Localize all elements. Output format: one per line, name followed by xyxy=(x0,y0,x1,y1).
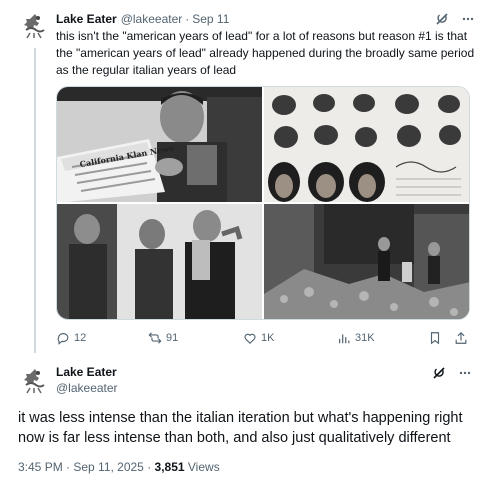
author-name[interactable]: Lake Eater xyxy=(56,12,117,26)
avatar[interactable] xyxy=(18,8,52,42)
more-icon[interactable] xyxy=(457,365,473,381)
photo-fingerprint-card[interactable] xyxy=(264,87,469,202)
repost-icon xyxy=(148,332,162,344)
views-icon xyxy=(339,334,350,344)
tweet-meta: 3:45 PM · Sep 11, 2025 · 3,851 Views xyxy=(18,460,220,474)
photo-two-men[interactable] xyxy=(57,204,262,319)
grok-icon[interactable] xyxy=(431,365,447,381)
tweet-timestamp[interactable]: 3:45 PM · Sep 11, 2025 · xyxy=(18,460,155,474)
like-icon xyxy=(244,333,256,345)
more-icon[interactable] xyxy=(460,11,476,27)
tweet-header: Lake Eater @lakeeater · Sep 11 xyxy=(56,11,476,27)
bookmark-button[interactable] xyxy=(428,329,442,347)
like-count: 1K xyxy=(261,332,275,344)
tweet-parent[interactable]: Lake Eater @lakeeater · Sep 11 this isn'… xyxy=(0,0,489,353)
media-grid[interactable]: California Klan News xyxy=(56,86,470,320)
reply-count: 12 xyxy=(74,332,87,344)
action-bar: 12 91 1K 31K xyxy=(56,329,470,347)
separator-dot: · xyxy=(185,12,190,26)
bookmark-icon xyxy=(430,332,440,345)
tweet-text: this isn't the "american years of lead" … xyxy=(56,29,475,77)
grok-icon[interactable] xyxy=(434,11,450,27)
tweet-date[interactable]: Sep 11 xyxy=(192,12,229,26)
like-button[interactable]: 1K xyxy=(243,329,274,347)
thread-line xyxy=(34,48,36,353)
author-handle[interactable]: @lakeeater xyxy=(56,381,118,395)
author-name[interactable]: Lake Eater xyxy=(56,365,117,379)
reply-icon xyxy=(57,333,69,345)
photo-newspaper-reader[interactable]: California Klan News xyxy=(57,87,262,202)
repost-count: 91 xyxy=(166,332,179,344)
views-count: 3,851 xyxy=(154,460,185,474)
avatar[interactable] xyxy=(18,363,52,397)
views-count: 31K xyxy=(355,332,375,344)
tweet-text: it was less intense than the italian ite… xyxy=(18,410,463,446)
author-handle[interactable]: @lakeeater xyxy=(121,12,183,26)
repost-button[interactable]: 91 xyxy=(148,329,178,347)
views-button[interactable]: 31K xyxy=(337,329,375,347)
photo-bomb-damage[interactable] xyxy=(264,204,469,319)
share-button[interactable] xyxy=(454,329,468,347)
reply-button[interactable]: 12 xyxy=(56,329,86,347)
views-label: Views xyxy=(184,460,220,474)
tweet-main: Lake Eater @lakeeater it was less intens… xyxy=(0,353,489,489)
share-icon xyxy=(455,331,467,344)
